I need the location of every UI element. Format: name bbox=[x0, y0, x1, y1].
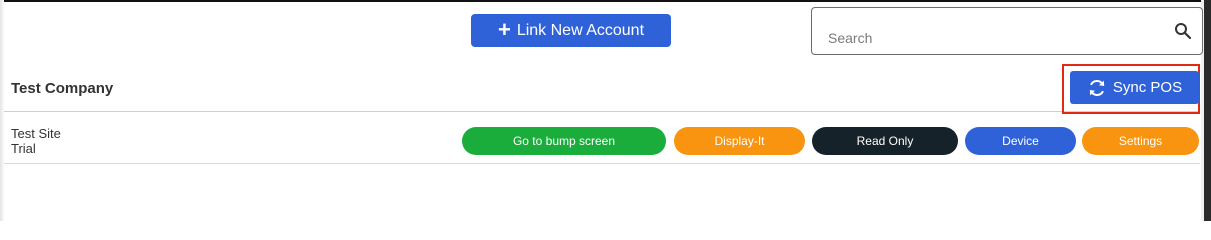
search-input[interactable] bbox=[812, 8, 1152, 54]
device-button[interactable]: Device bbox=[965, 127, 1076, 155]
sync-pos-button[interactable]: Sync POS bbox=[1070, 71, 1199, 104]
go-to-bump-screen-button[interactable]: Go to bump screen bbox=[462, 127, 666, 155]
sync-icon bbox=[1089, 79, 1105, 96]
search-icon[interactable] bbox=[1174, 22, 1192, 40]
company-row: Test Company bbox=[4, 64, 1200, 112]
window-right-border bbox=[1204, 0, 1211, 221]
plus-icon: + bbox=[497, 16, 511, 42]
company-name: Test Company bbox=[11, 80, 114, 97]
site-status: Trial bbox=[11, 141, 36, 156]
settings-button[interactable]: Settings bbox=[1082, 127, 1199, 155]
display-it-button[interactable]: Display-It bbox=[674, 127, 805, 155]
read-only-button[interactable]: Read Only bbox=[812, 127, 958, 155]
link-new-account-button[interactable]: + Link New Account bbox=[471, 14, 671, 47]
site-name: Test Site bbox=[11, 126, 61, 141]
window-top-border bbox=[0, 0, 1211, 2]
link-new-account-label: Link New Account bbox=[516, 21, 645, 39]
search-box bbox=[811, 7, 1203, 55]
sync-pos-label: Sync POS bbox=[1112, 79, 1183, 96]
